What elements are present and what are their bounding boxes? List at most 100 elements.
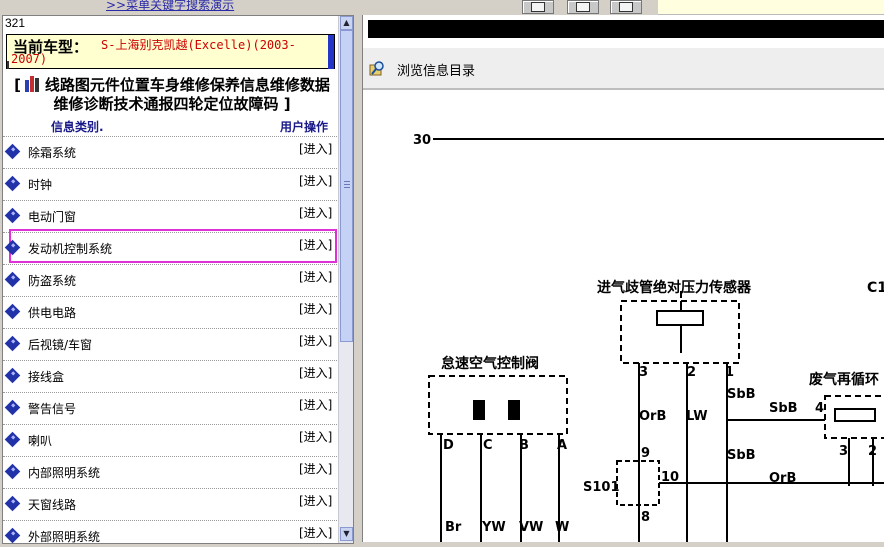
wire-orb-2: OrB bbox=[769, 471, 796, 486]
category-row[interactable]: 除霜系统 [进入] bbox=[3, 136, 337, 168]
c1-label: C1 bbox=[867, 280, 884, 296]
vertical-scrollbar[interactable]: ▲ ▼ bbox=[338, 16, 353, 543]
toolbar-button-2[interactable] bbox=[567, 0, 599, 14]
category-panel: 321 当前车型： S-上海别克凯越(Excelle)(2003- 2007) [… bbox=[2, 15, 354, 544]
category-row[interactable]: 喇叭 [进入] bbox=[3, 424, 337, 456]
splice-pin-8: 8 bbox=[641, 510, 650, 525]
category-row[interactable]: 内部照明系统 [进入] bbox=[3, 456, 337, 488]
current-vehicle-value-line1: S-上海别克凯越(Excelle)(2003- bbox=[101, 38, 296, 52]
category-row-label[interactable]: 外部照明系统 bbox=[28, 528, 100, 543]
category-row-label[interactable]: 防盗系统 bbox=[28, 272, 76, 289]
wire-lw: LW bbox=[686, 409, 708, 424]
category-row[interactable]: 供电电路 [进入] bbox=[3, 296, 337, 328]
category-row-label[interactable]: 发动机控制系统 bbox=[28, 240, 112, 257]
sensor-pin-2: 2 bbox=[687, 365, 696, 380]
magnifier-book-icon bbox=[369, 61, 384, 76]
wire-sbb-3: SbB bbox=[727, 448, 756, 463]
enter-link[interactable]: [进入] bbox=[299, 204, 332, 221]
current-vehicle-box: 当前车型： S-上海别克凯越(Excelle)(2003- 2007) bbox=[6, 34, 335, 69]
enter-link[interactable]: [进入] bbox=[299, 460, 332, 477]
category-row[interactable]: 警告信号 [进入] bbox=[3, 392, 337, 424]
diamond-bullet-icon bbox=[4, 527, 21, 543]
box-side-bar bbox=[328, 35, 334, 69]
category-list: 除霜系统 [进入] 时钟 [进入] 电动门窗 [进入] 发动机控制系统 [进入] 防盗系统 [进入… bbox=[3, 136, 337, 543]
diamond-bullet-icon bbox=[4, 463, 21, 480]
module-menu-banner[interactable]: [线路图元件位置车身维修保养信息维修数据维修诊断技术通报四轮定位故障码 ] bbox=[7, 76, 337, 114]
category-row[interactable]: 天窗线路 [进入] bbox=[3, 488, 337, 520]
category-panel-content: 321 当前车型： S-上海别克凯越(Excelle)(2003- 2007) [… bbox=[3, 16, 337, 543]
wire-orb-1: OrB bbox=[639, 409, 666, 424]
banner-open-bracket: [ bbox=[14, 76, 21, 94]
category-row[interactable]: 电动门窗 [进入] bbox=[3, 200, 337, 232]
map-sensor-label: 进气歧管绝对压力传感器 bbox=[597, 279, 752, 296]
valve-pin-c: C bbox=[483, 438, 493, 453]
keyword-search-demo-link[interactable]: >>菜单关键字搜索演示 bbox=[106, 0, 234, 13]
valve-pin-b: B bbox=[519, 438, 529, 453]
splice-label: S101 bbox=[583, 480, 620, 495]
category-row-label[interactable]: 供电电路 bbox=[28, 304, 76, 321]
category-row-label[interactable]: 接线盒 bbox=[28, 368, 64, 385]
enter-link[interactable]: [进入] bbox=[299, 172, 332, 189]
diamond-bullet-icon bbox=[4, 175, 21, 192]
grip-line bbox=[344, 184, 350, 185]
wire-sbb-1: SbB bbox=[727, 387, 756, 402]
sensor-pin-3: 3 bbox=[639, 365, 648, 380]
category-row-label[interactable]: 内部照明系统 bbox=[28, 464, 100, 481]
category-row[interactable]: 时钟 [进入] bbox=[3, 168, 337, 200]
toolbar-button-1[interactable] bbox=[522, 0, 554, 14]
books-icon bbox=[24, 76, 42, 92]
banner-close-bracket: ] bbox=[283, 95, 291, 113]
content-panel: 浏览信息目录 30 进气歧管绝对压力传感器 怠速空气控制阀 废气再循环 C 3 … bbox=[362, 15, 884, 542]
wire-sbb-2: SbB bbox=[769, 401, 798, 416]
valve-pin-a: A bbox=[557, 438, 567, 453]
scrollbar-thumb[interactable] bbox=[340, 30, 353, 342]
enter-link[interactable]: [进入] bbox=[299, 492, 332, 509]
diamond-bullet-icon bbox=[4, 239, 21, 256]
pane-splitter[interactable] bbox=[355, 15, 362, 542]
action-column-header: 用户操作 bbox=[280, 120, 329, 134]
egr-pin-3: 3 bbox=[839, 444, 848, 459]
current-vehicle-value-line2: 2007) bbox=[11, 52, 48, 66]
enter-link[interactable]: [进入] bbox=[299, 140, 332, 157]
box-marker bbox=[7, 61, 9, 69]
diamond-bullet-icon bbox=[4, 207, 21, 224]
enter-link[interactable]: [进入] bbox=[299, 524, 332, 541]
valve-pin-d: D bbox=[443, 438, 454, 453]
diamond-bullet-icon bbox=[4, 303, 21, 320]
grip-line bbox=[344, 187, 350, 188]
diamond-bullet-icon bbox=[4, 495, 21, 512]
category-row-label[interactable]: 喇叭 bbox=[28, 432, 52, 449]
wire-w: W bbox=[555, 520, 569, 535]
category-row-label[interactable]: 除霜系统 bbox=[28, 144, 76, 161]
egr-pin-2: 2 bbox=[868, 444, 877, 459]
category-row[interactable]: 接线盒 [进入] bbox=[3, 360, 337, 392]
split-window-icon bbox=[576, 2, 590, 12]
category-row[interactable]: 发动机控制系统 [进入] bbox=[3, 229, 337, 264]
category-row[interactable]: 后视镜/车窗 [进入] bbox=[3, 328, 337, 360]
enter-link[interactable]: [进入] bbox=[299, 268, 332, 285]
category-row-label[interactable]: 天窗线路 bbox=[28, 496, 76, 513]
scroll-up-arrow-icon[interactable]: ▲ bbox=[340, 16, 353, 30]
category-row[interactable]: 外部照明系统 [进入] bbox=[3, 520, 337, 543]
category-row-label[interactable]: 警告信号 bbox=[28, 400, 76, 417]
diamond-bullet-icon bbox=[4, 399, 21, 416]
enter-link[interactable]: [进入] bbox=[299, 364, 332, 381]
content-header-bar bbox=[368, 20, 884, 38]
browse-directory-bar[interactable]: 浏览信息目录 bbox=[363, 48, 884, 90]
enter-link[interactable]: [进入] bbox=[299, 428, 332, 445]
diamond-bullet-icon bbox=[4, 431, 21, 448]
enter-link[interactable]: [进入] bbox=[299, 332, 332, 349]
browse-directory-label[interactable]: 浏览信息目录 bbox=[397, 60, 475, 79]
wire-vw: VW bbox=[519, 520, 543, 535]
scroll-down-arrow-icon[interactable]: ▼ bbox=[340, 527, 353, 541]
grip-line bbox=[344, 181, 350, 182]
enter-link[interactable]: [进入] bbox=[299, 236, 332, 253]
toolbar-button-3[interactable] bbox=[610, 0, 642, 14]
category-row-label[interactable]: 电动门窗 bbox=[28, 208, 76, 225]
category-column-header: 信息类别. bbox=[51, 120, 104, 134]
category-row[interactable]: 防盗系统 [进入] bbox=[3, 264, 337, 296]
category-row-label[interactable]: 时钟 bbox=[28, 176, 52, 193]
category-row-label[interactable]: 后视镜/车窗 bbox=[28, 336, 92, 353]
enter-link[interactable]: [进入] bbox=[299, 396, 332, 413]
enter-link[interactable]: [进入] bbox=[299, 300, 332, 317]
